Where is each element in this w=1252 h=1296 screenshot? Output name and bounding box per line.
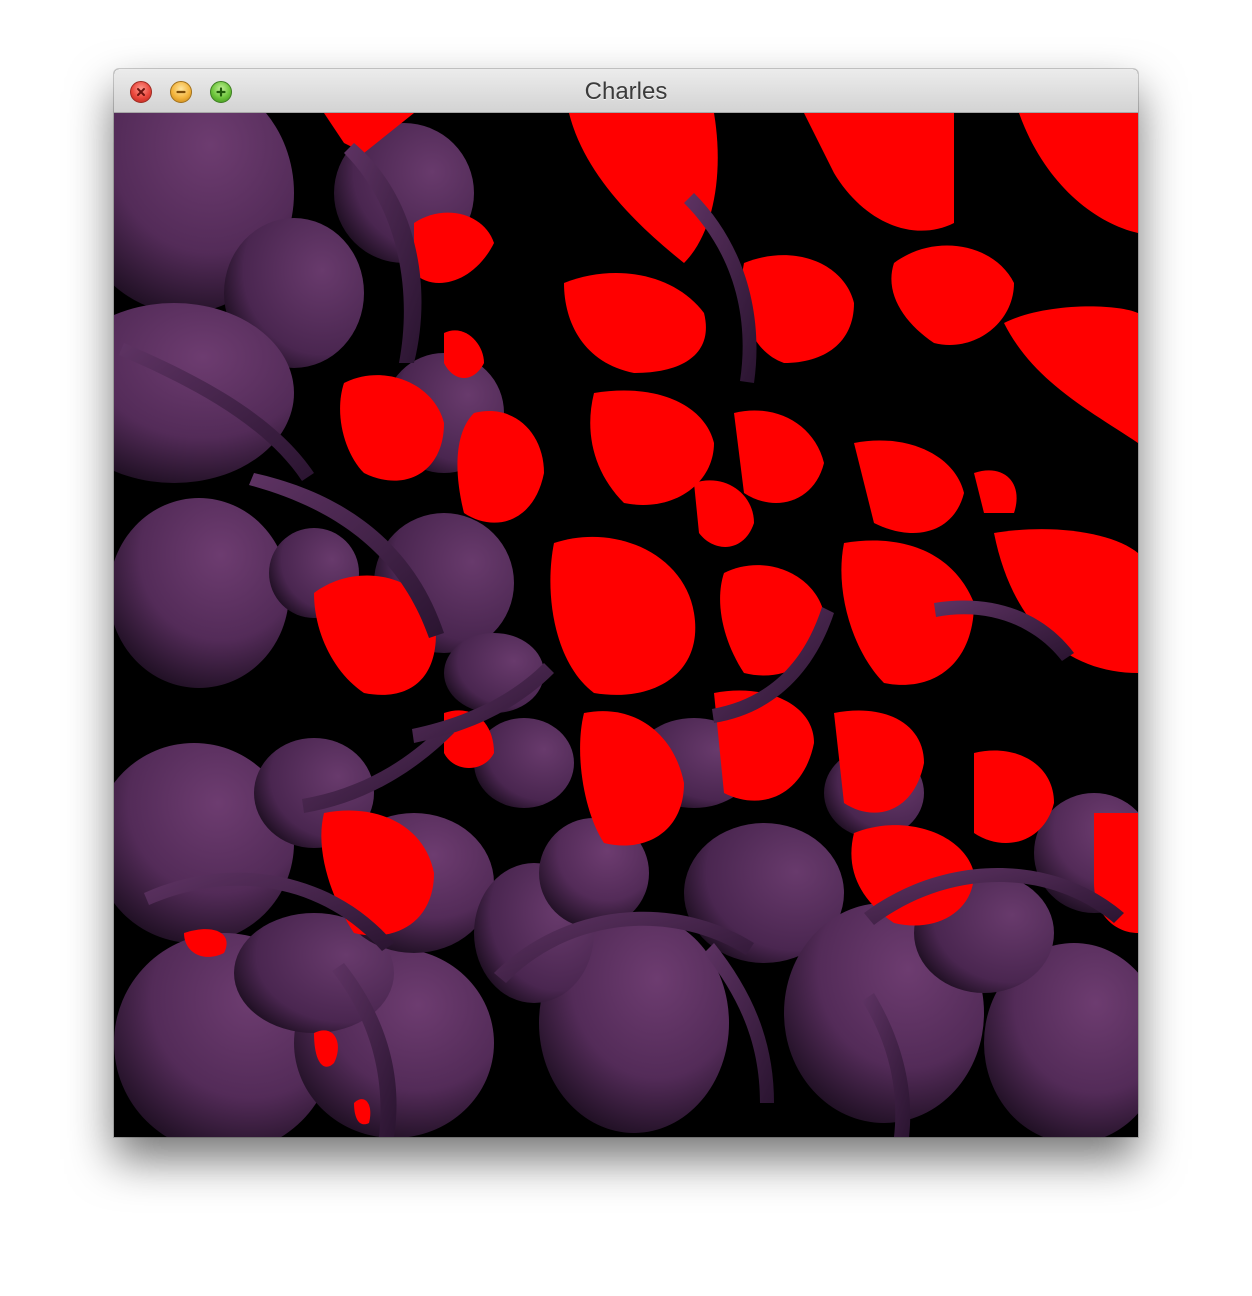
raytraced-scene: [114, 113, 1138, 1137]
title-bar[interactable]: Charles: [114, 69, 1138, 113]
window-title: Charles: [584, 78, 668, 105]
app-window: Charles: [114, 69, 1138, 1137]
render-viewport[interactable]: [114, 113, 1138, 1137]
